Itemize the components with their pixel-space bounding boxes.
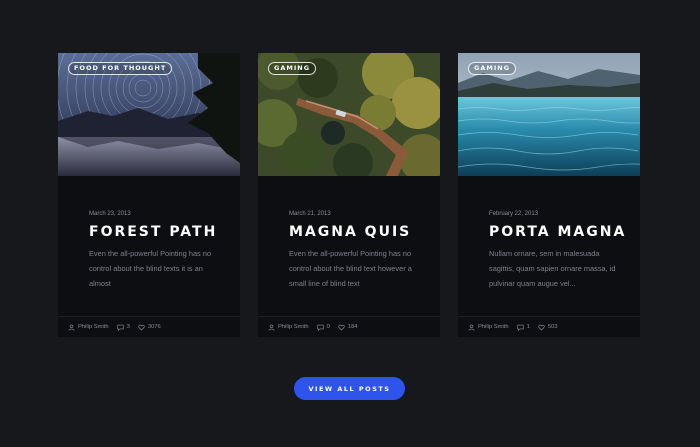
- post-meta: Philip Smith 0 184: [258, 316, 440, 337]
- post-card[interactable]: FOOD FOR THOUGHT March 23, 2013 FOREST P…: [58, 53, 240, 337]
- category-tag[interactable]: GAMING: [468, 62, 517, 75]
- likes-meta[interactable]: 184: [338, 324, 358, 331]
- likes-meta[interactable]: 3076: [138, 324, 161, 331]
- likes-count: 184: [347, 324, 358, 330]
- comments-count: 0: [326, 324, 330, 330]
- comment-icon: [516, 324, 524, 331]
- comments-count: 1: [526, 324, 530, 330]
- post-thumbnail[interactable]: FOOD FOR THOUGHT: [58, 53, 240, 176]
- post-excerpt: Nullam ornare, sem in malesuada sagittis…: [489, 249, 616, 288]
- category-tag[interactable]: FOOD FOR THOUGHT: [68, 62, 173, 75]
- heart-icon: [538, 324, 545, 330]
- comment-icon: [116, 324, 124, 331]
- post-title[interactable]: FOREST PATH: [89, 223, 219, 241]
- likes-meta[interactable]: 503: [538, 324, 558, 331]
- post-date: March 21, 2013: [289, 211, 331, 217]
- heart-icon: [338, 324, 345, 330]
- post-date: February 22, 2013: [489, 211, 539, 217]
- view-all-posts-button[interactable]: VIEW ALL POSTS: [294, 377, 405, 400]
- author-meta[interactable]: Philip Smith: [68, 324, 109, 331]
- post-excerpt: Even the all-powerful Pointing has no co…: [89, 249, 212, 288]
- author-name: Philip Smith: [478, 324, 509, 330]
- posts-grid: FOOD FOR THOUGHT March 23, 2013 FOREST P…: [58, 53, 640, 337]
- likes-count: 3076: [147, 324, 161, 330]
- author-meta[interactable]: Philip Smith: [468, 324, 509, 331]
- author-meta[interactable]: Philip Smith: [268, 324, 309, 331]
- post-card[interactable]: GAMING February 22, 2013 PORTA MAGNA Nul…: [458, 53, 640, 337]
- author-name: Philip Smith: [78, 324, 109, 330]
- post-title[interactable]: MAGNA QUIS: [289, 223, 419, 241]
- post-meta: Philip Smith 3 3076: [58, 316, 240, 337]
- post-card[interactable]: GAMING March 21, 2013 MAGNA QUIS Even th…: [258, 53, 440, 337]
- post-excerpt: Even the all-powerful Pointing has no co…: [289, 249, 412, 288]
- comment-icon: [316, 324, 324, 331]
- comments-meta[interactable]: 3: [116, 324, 130, 331]
- heart-icon: [138, 324, 145, 330]
- likes-count: 503: [547, 324, 558, 330]
- user-icon: [468, 324, 475, 331]
- author-name: Philip Smith: [278, 324, 309, 330]
- comments-meta[interactable]: 0: [316, 324, 330, 331]
- comments-count: 3: [126, 324, 130, 330]
- post-thumbnail[interactable]: GAMING: [258, 53, 440, 176]
- user-icon: [68, 324, 75, 331]
- user-icon: [268, 324, 275, 331]
- post-thumbnail[interactable]: GAMING: [458, 53, 640, 176]
- post-meta: Philip Smith 1 503: [458, 316, 640, 337]
- comments-meta[interactable]: 1: [516, 324, 530, 331]
- category-tag[interactable]: GAMING: [268, 62, 317, 75]
- post-title[interactable]: PORTA MAGNA: [489, 223, 624, 241]
- post-date: March 23, 2013: [89, 211, 131, 217]
